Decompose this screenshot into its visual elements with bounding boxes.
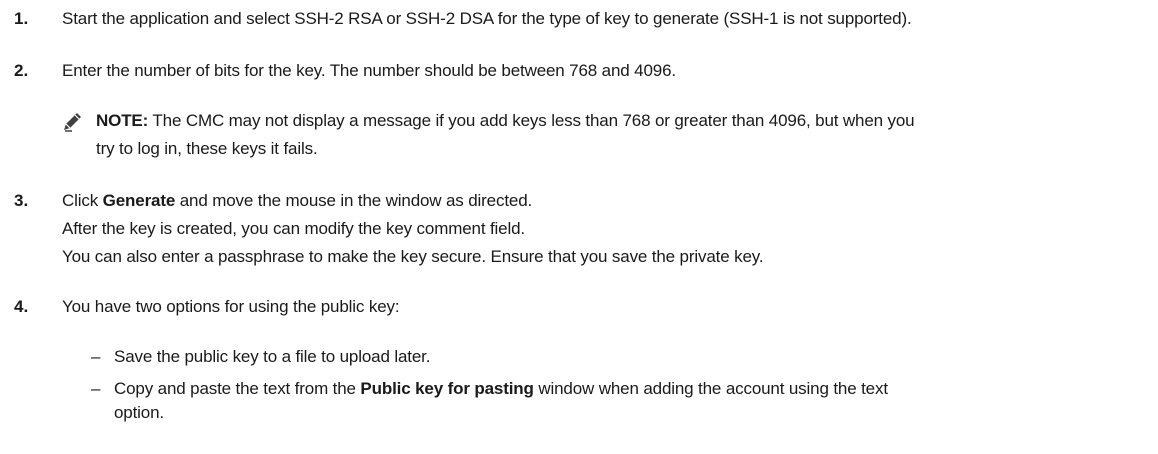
pencil-note-icon — [62, 110, 84, 132]
generate-term: Generate — [102, 191, 176, 210]
step-3-text: Click Generate and move the mouse in the… — [62, 190, 532, 212]
step-1-text: Start the application and select SSH-2 R… — [62, 9, 912, 28]
bullet-dash-1: – — [91, 347, 101, 366]
step-4-text: You have two options for using the publi… — [62, 297, 400, 316]
note-label: NOTE: — [96, 111, 149, 130]
step-2-text: Enter the number of bits for the key. Th… — [62, 61, 676, 80]
step-3-para-1: After the key is created, you can modify… — [62, 219, 525, 238]
bullet-dash-2: – — [91, 379, 101, 398]
note-text-1: The CMC may not display a message if you… — [148, 111, 915, 130]
public-key-window-term: Public key for pasting — [360, 379, 534, 398]
step-3-post: and move the mouse in the window as dire… — [175, 191, 533, 210]
step-number-2: 2. — [14, 61, 29, 80]
bullet-1-text: Save the public key to a file to upload … — [114, 347, 431, 366]
step-number-1: 1. — [14, 9, 29, 28]
step-number-3: 3. — [14, 191, 29, 210]
step-3-para-2: You can also enter a passphrase to make … — [62, 247, 764, 266]
bullet-2-pre: Copy and paste the text from the — [114, 379, 361, 398]
step-number-4: 4. — [14, 297, 29, 316]
note-line-1: NOTE: The CMC may not display a message … — [96, 110, 915, 132]
bullet-2-post: window when adding the account using the… — [533, 379, 888, 398]
bullet-2-line-2: option. — [114, 403, 164, 422]
document-page: 1. Start the application and select SSH-… — [0, 0, 1158, 454]
note-line-2: try to log in, these keys it fails. — [96, 139, 318, 158]
bullet-2-text: Copy and paste the text from the Public … — [114, 378, 888, 400]
step-3-pre: Click — [62, 191, 103, 210]
